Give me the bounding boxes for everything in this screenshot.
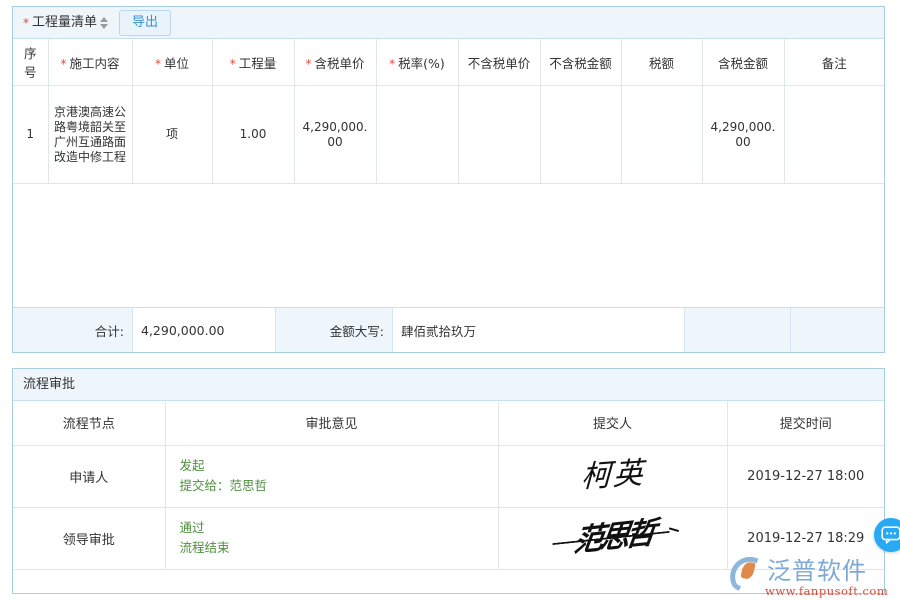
total-blank-cell-2 — [791, 308, 884, 352]
cell-untaxed-unit-price — [458, 86, 540, 184]
boq-total-row: 合计: 4,290,000.00 金额大写: 肆佰贰拾玖万 — [13, 307, 884, 352]
capital-value: 肆佰贰拾玖万 — [393, 308, 685, 352]
col-header-flow-node: 流程节点 — [13, 401, 165, 445]
opinion-line-2: 提交给：范思哲 — [180, 476, 497, 496]
opinion-line-1: 发起 — [180, 456, 497, 476]
capital-label: 金额大写: — [276, 308, 393, 352]
required-star-icon: * — [230, 57, 236, 71]
col-label: 不含税单价 — [468, 56, 531, 71]
cell-tax-rate[interactable] — [376, 86, 458, 184]
cell-submit-time: 2019-12-27 18:00 — [727, 445, 884, 507]
approval-table-header: 流程节点 审批意见 提交人 提交时间 — [13, 401, 884, 445]
signature-image: 柯英 — [580, 459, 645, 494]
col-header-content[interactable]: *施工内容 — [48, 39, 132, 86]
col-header-submit-time: 提交时间 — [727, 401, 884, 445]
table-row: 申请人 发起 提交给：范思哲 柯英 2019-12-27 18:00 — [13, 445, 884, 507]
total-blank-cell-1 — [685, 308, 791, 352]
col-header-seq[interactable]: 序号 — [13, 39, 48, 86]
col-header-submitter: 提交人 — [498, 401, 727, 445]
cell-submit-time: 2019-12-27 18:29 — [727, 507, 884, 569]
cell-flow-node: 申请人 — [13, 445, 165, 507]
cell-signature: 范思哲 — [498, 507, 727, 569]
required-star-icon: * — [305, 57, 311, 71]
total-label: 合计: — [13, 308, 133, 352]
col-label: 不含税金额 — [549, 56, 612, 71]
bill-of-quantities-panel: * 工程量清单 导出 序号 *施工内容 *单位 *工程量 *含税单价 *税率(%… — [12, 6, 885, 353]
col-header-taxed-amount[interactable]: 含税金额 — [702, 39, 784, 86]
cell-remark[interactable] — [784, 86, 884, 184]
opinion-line-1: 通过 — [180, 518, 497, 538]
col-header-untaxed-amount[interactable]: 不含税金额 — [540, 39, 621, 86]
cell-untaxed-amount — [540, 86, 621, 184]
cell-taxed-amount: 4,290,000.00 — [702, 86, 784, 184]
col-header-untaxed-unit-price[interactable]: 不含税单价 — [458, 39, 540, 86]
cell-unit[interactable]: 项 — [132, 86, 212, 184]
boq-panel-title: 工程量清单 — [32, 7, 97, 39]
cell-quantity[interactable]: 1.00 — [212, 86, 294, 184]
col-label: 施工内容 — [69, 56, 119, 71]
signature-image: 范思哲 — [574, 523, 652, 553]
cell-opinion: 通过 流程结束 — [165, 507, 498, 569]
cell-seq: 1 — [13, 86, 48, 184]
col-label: 备注 — [822, 56, 847, 71]
sort-updown-icon[interactable] — [100, 17, 109, 29]
col-label: 序号 — [24, 46, 37, 80]
cell-signature: 柯英 — [498, 445, 727, 507]
boq-table-scroll: 序号 *施工内容 *单位 *工程量 *含税单价 *税率(%) 不含税单价 不含税… — [13, 39, 884, 352]
table-row[interactable]: 1 京港澳高速公路粤境韶关至广州互通路面改造中修工程 项 1.00 4,290,… — [13, 86, 884, 184]
cell-tax-amount — [621, 86, 702, 184]
chat-bubble-icon[interactable] — [874, 518, 900, 552]
required-star-icon: * — [389, 57, 395, 71]
col-header-opinion: 审批意见 — [165, 401, 498, 445]
col-label: 税率(%) — [398, 56, 445, 71]
approval-header-row: 流程节点 审批意见 提交人 提交时间 — [13, 401, 884, 445]
required-star-icon: * — [23, 17, 29, 29]
approval-table-body: 申请人 发起 提交给：范思哲 柯英 2019-12-27 18:00 领导审批 … — [13, 445, 884, 569]
opinion-line-2: 流程结束 — [180, 538, 497, 558]
col-header-tax-amount[interactable]: 税额 — [621, 39, 702, 86]
cell-opinion: 发起 提交给：范思哲 — [165, 445, 498, 507]
col-label: 税额 — [649, 56, 674, 71]
cell-content[interactable]: 京港澳高速公路粤境韶关至广州互通路面改造中修工程 — [48, 86, 132, 184]
boq-table: 序号 *施工内容 *单位 *工程量 *含税单价 *税率(%) 不含税单价 不含税… — [13, 39, 884, 184]
col-label: 工程量 — [239, 56, 277, 71]
total-value: 4,290,000.00 — [133, 308, 276, 352]
cell-flow-node: 领导审批 — [13, 507, 165, 569]
table-row: 领导审批 通过 流程结束 范思哲 2019-12-27 18:29 — [13, 507, 884, 569]
boq-header-row: 序号 *施工内容 *单位 *工程量 *含税单价 *税率(%) 不含税单价 不含税… — [13, 39, 884, 86]
col-header-tax-unit-price[interactable]: *含税单价 — [294, 39, 376, 86]
approval-panel-title: 流程审批 — [13, 369, 884, 401]
col-header-remark[interactable]: 备注 — [784, 39, 884, 86]
col-header-quantity[interactable]: *工程量 — [212, 39, 294, 86]
approval-flow-panel: 流程审批 流程节点 审批意见 提交人 提交时间 申请人 发起 提交给：范思哲 柯… — [12, 368, 885, 594]
boq-table-body: 1 京港澳高速公路粤境韶关至广州互通路面改造中修工程 项 1.00 4,290,… — [13, 86, 884, 184]
cell-tax-unit-price[interactable]: 4,290,000.00 — [294, 86, 376, 184]
required-star-icon: * — [60, 57, 66, 71]
boq-panel-header: * 工程量清单 导出 — [13, 7, 884, 39]
col-header-tax-rate[interactable]: *税率(%) — [376, 39, 458, 86]
col-label: 单位 — [164, 56, 189, 71]
boq-table-header: 序号 *施工内容 *单位 *工程量 *含税单价 *税率(%) 不含税单价 不含税… — [13, 39, 884, 86]
col-label: 含税单价 — [314, 56, 364, 71]
col-label: 含税金额 — [718, 56, 768, 71]
approval-table: 流程节点 审批意见 提交人 提交时间 申请人 发起 提交给：范思哲 柯英 201… — [13, 401, 884, 570]
col-header-unit[interactable]: *单位 — [132, 39, 212, 86]
required-star-icon: * — [155, 57, 161, 71]
export-button[interactable]: 导出 — [119, 10, 171, 36]
